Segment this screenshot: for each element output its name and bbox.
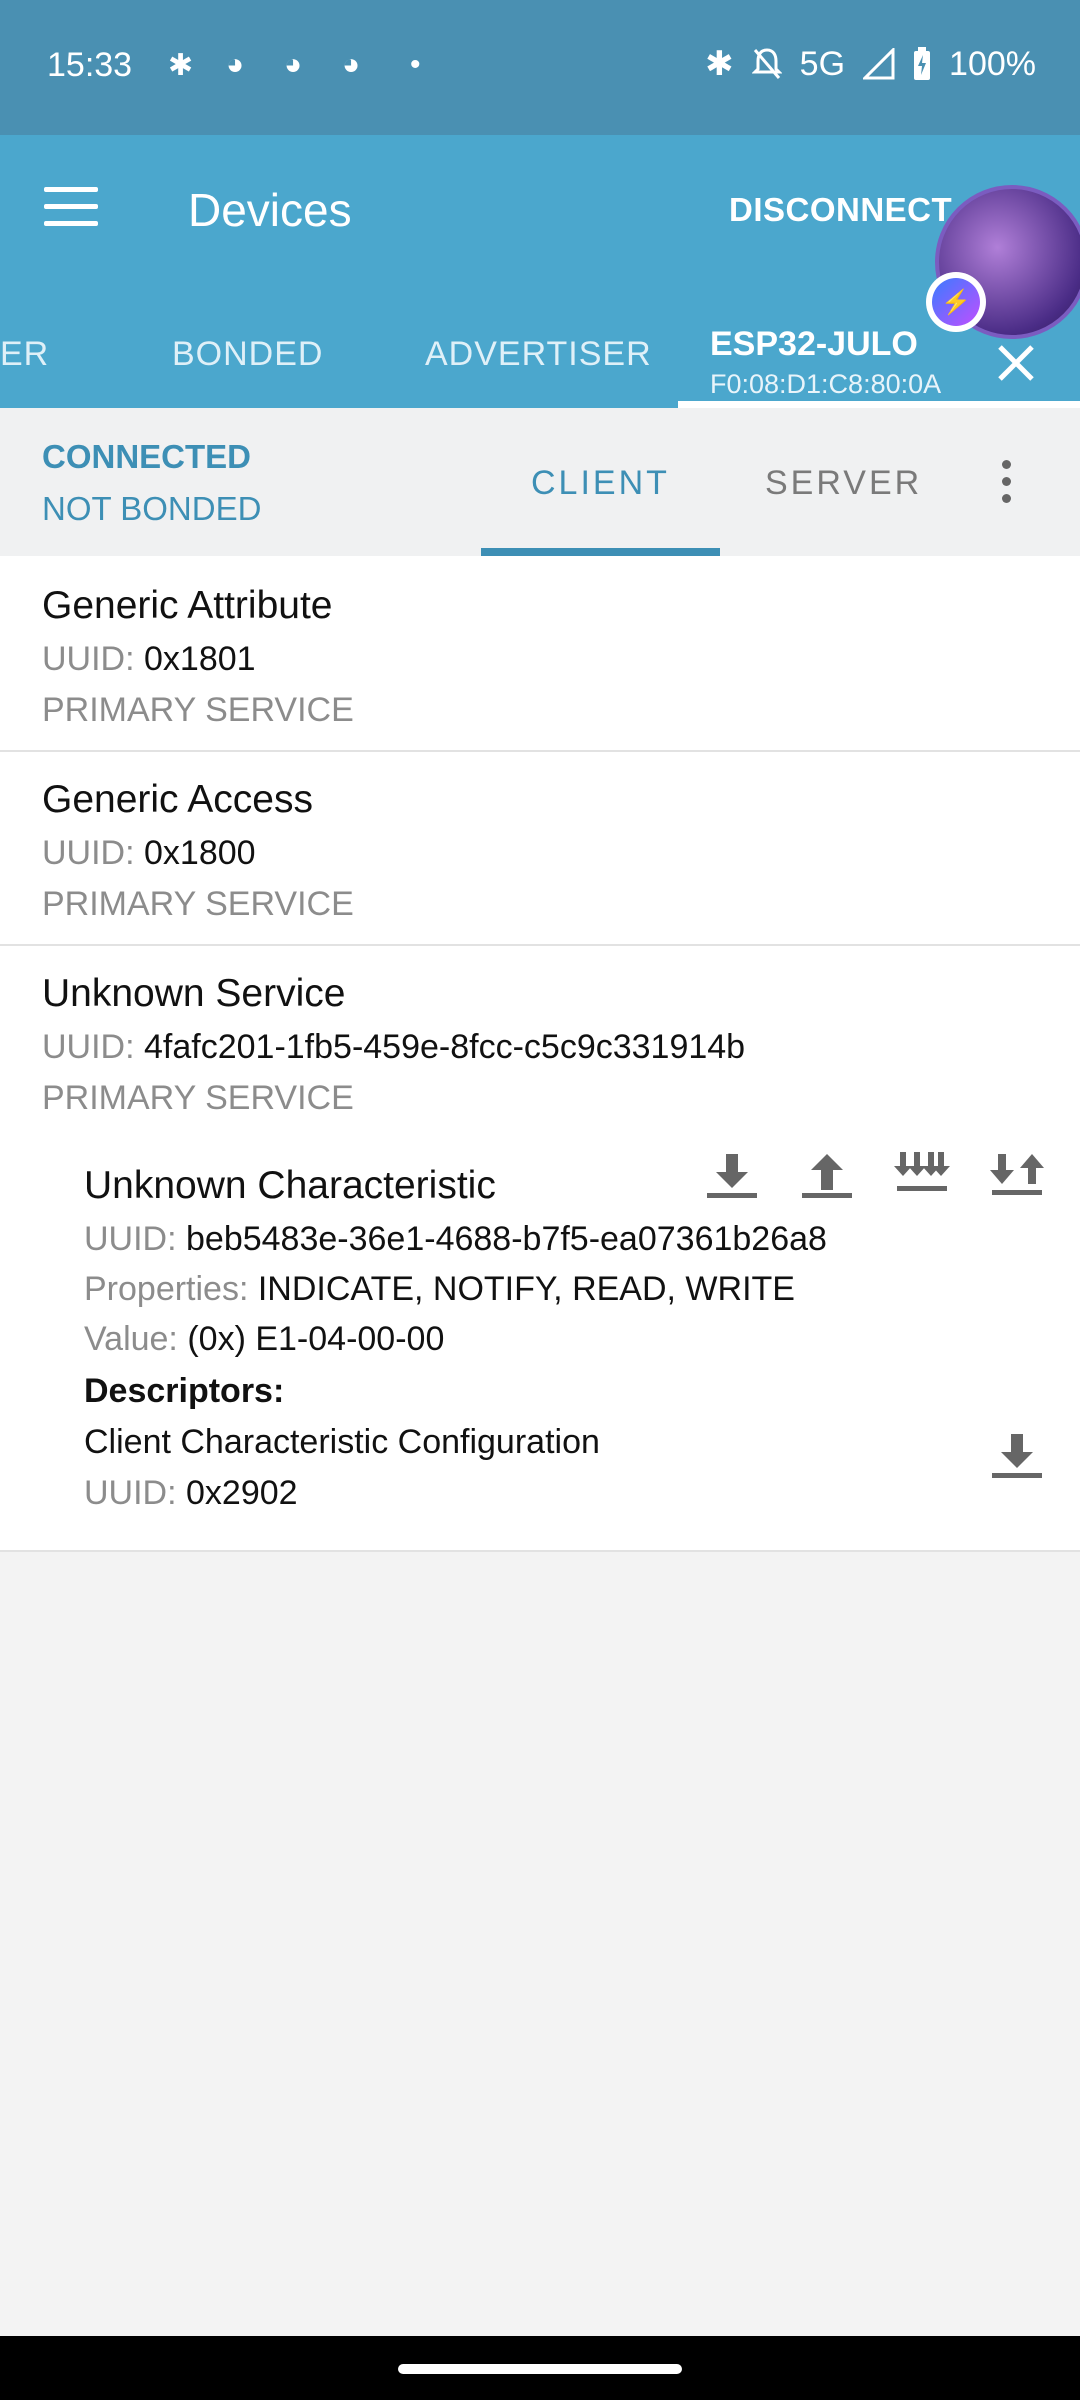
service-list: Generic Attribute UUID: 0x1801 PRIMARY S… [0,556,1080,1552]
service-type: PRIMARY SERVICE [42,1079,354,1117]
battery-charging-icon [914,47,931,80]
uuid-value: 0x2902 [186,1474,298,1512]
status-bar: 15:33 ✱ ◕ ◕ ◕ • ✱ 5G 100% [0,0,1080,135]
menu-icon[interactable] [44,187,98,227]
descriptor-name: Client Characteristic Configuration [84,1423,600,1461]
multiple-download-icon[interactable] [894,1146,950,1202]
download-upload-icon[interactable] [989,1146,1045,1202]
uuid-label: UUID: [42,834,135,872]
device-mac: F0:08:D1:C8:80:0A [710,369,942,399]
uuid-value: 0x1801 [144,640,256,678]
service-item[interactable]: Generic Attribute UUID: 0x1801 PRIMARY S… [0,556,1080,752]
page-title: Devices [188,184,352,236]
download-icon[interactable] [704,1146,760,1202]
tab-bonded[interactable]: BONDED [172,335,323,374]
value-label: Value: [84,1320,178,1358]
uuid-label: UUID: [42,640,135,678]
bond-status: NOT BONDED [42,490,262,527]
uuid-label: UUID: [42,1028,135,1066]
device-tabs: ER BONDED ADVERTISER ESP32-JULO F0:08:D1… [0,305,1080,408]
tab-advertiser[interactable]: ADVERTISER [425,335,652,374]
status-time: 15:33 [47,46,133,84]
characteristic-value: Value: (0x) E1-04-00-00 [84,1320,444,1359]
status-right: ✱ 5G 100% [705,44,1036,84]
messenger-icon: ⚡ [926,272,986,332]
connection-status: CONNECTED [42,438,252,475]
dot-icon: • [410,48,421,81]
uuid-label: UUID: [84,1220,177,1258]
uuid-value: 0x1800 [144,834,256,872]
service-uuid: UUID: 4fafc201-1fb5-459e-8fcc-c5c9c33191… [42,1028,745,1067]
uuid-label: UUID: [84,1474,177,1512]
battery-percent: 100% [949,44,1036,83]
uuid-value: beb5483e-36e1-4688-b7f5-ea07361b26a8 [186,1220,827,1258]
discord-icon: ◕ [226,48,245,81]
uuid-value: 4fafc201-1fb5-459e-8fcc-c5c9c331914b [144,1028,746,1066]
service-name: Generic Access [42,778,313,821]
more-options-icon[interactable] [998,460,1014,511]
home-gesture-handle[interactable] [398,2364,682,2374]
connection-bar: CONNECTED NOT BONDED CLIENT SERVER [0,408,1080,557]
bluetooth-icon: ✱ [705,45,734,83]
value-value: (0x) E1-04-00-00 [187,1320,445,1358]
upload-icon[interactable] [799,1146,855,1202]
descriptors-heading: Descriptors: [84,1372,285,1410]
properties-value: INDICATE, NOTIFY, READ, WRITE [257,1270,795,1308]
discord-icon: ◕ [284,48,303,81]
service-name: Unknown Service [42,972,346,1015]
tab-scanner-partial[interactable]: ER [0,335,49,374]
tab-indicator [678,401,1080,408]
service-name: Generic Attribute [42,584,333,627]
close-icon[interactable] [996,343,1036,383]
service-item[interactable]: Generic Access UUID: 0x1800 PRIMARY SERV… [0,752,1080,946]
characteristic-properties: Properties: INDICATE, NOTIFY, READ, WRIT… [84,1270,795,1309]
properties-label: Properties: [84,1270,249,1308]
descriptor-uuid: UUID: 0x2902 [84,1474,298,1513]
device-name: ESP32-JULO [710,325,918,363]
tab-server[interactable]: SERVER [765,464,922,503]
signal-icon [863,48,895,80]
descriptor-download-icon[interactable] [989,1426,1045,1482]
app-bar: Devices DISCONNECT ER BONDED ADVERTISER … [0,135,1080,408]
discord-icon: ◕ [342,48,361,81]
characteristic-name: Unknown Characteristic [84,1164,496,1207]
client-tab-indicator [481,548,720,556]
tab-client[interactable]: CLIENT [531,464,670,503]
navigation-bar [0,2336,1080,2400]
characteristic-uuid: UUID: beb5483e-36e1-4688-b7f5-ea07361b26… [84,1220,827,1259]
disconnect-button[interactable]: DISCONNECT [729,191,952,229]
bell-off-icon [751,48,782,79]
service-uuid: UUID: 0x1800 [42,834,256,873]
slack-icon: ✱ [168,49,194,82]
network-type: 5G [799,44,846,83]
service-type: PRIMARY SERVICE [42,885,354,923]
service-type: PRIMARY SERVICE [42,691,354,729]
service-uuid: UUID: 0x1801 [42,640,256,679]
